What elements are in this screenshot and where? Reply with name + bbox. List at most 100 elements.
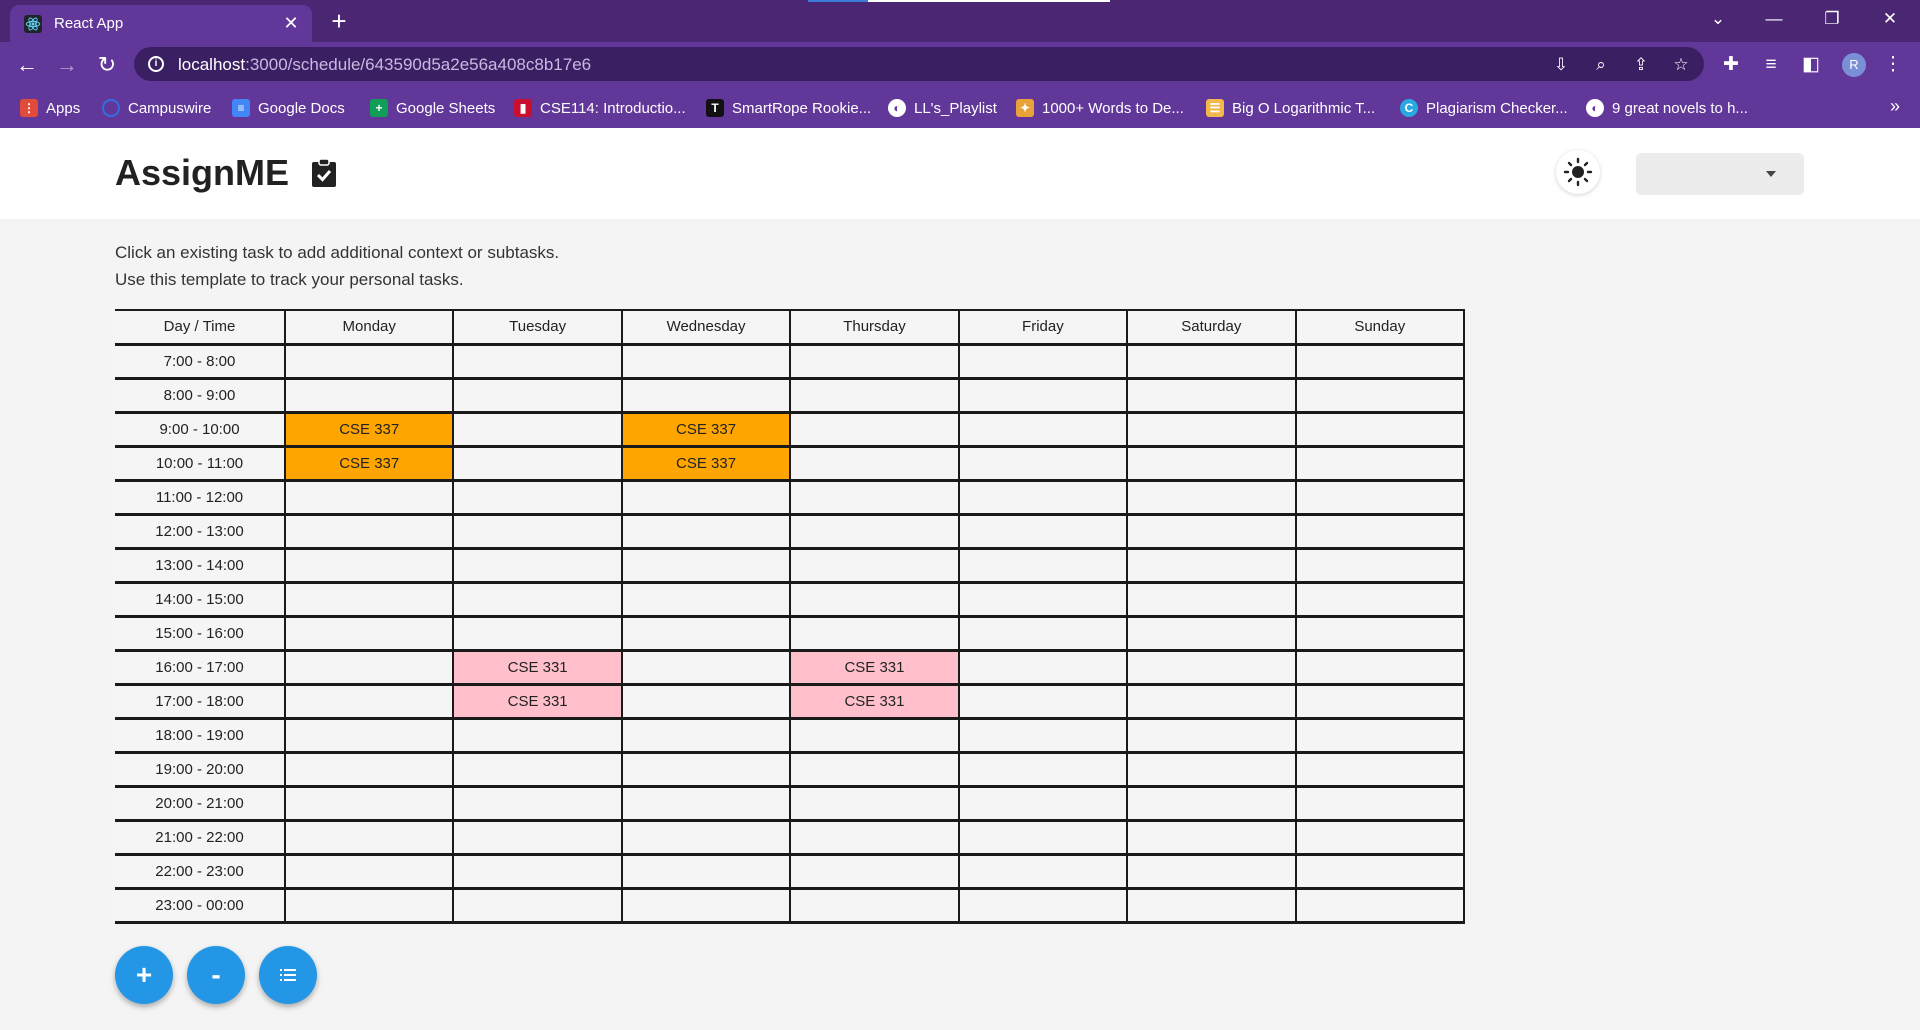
task-cell[interactable]: CSE 337 bbox=[620, 445, 792, 481]
empty-slot-cell[interactable] bbox=[789, 853, 960, 889]
empty-slot-cell[interactable] bbox=[1126, 377, 1297, 413]
empty-slot-cell[interactable] bbox=[620, 751, 792, 787]
empty-slot-cell[interactable] bbox=[452, 751, 623, 787]
close-window-button[interactable]: ✕ bbox=[1872, 4, 1908, 34]
bookmark-words[interactable]: ✦ 1000+ Words to De... bbox=[1016, 96, 1184, 120]
empty-slot-cell[interactable] bbox=[957, 445, 1129, 481]
empty-slot-cell[interactable] bbox=[1294, 785, 1466, 821]
empty-slot-cell[interactable] bbox=[789, 751, 960, 787]
task-cell[interactable]: CSE 337 bbox=[283, 445, 455, 481]
bookmark-playlist[interactable]: ◐ LL's_Playlist bbox=[888, 96, 997, 120]
empty-slot-cell[interactable] bbox=[1294, 717, 1466, 753]
empty-slot-cell[interactable] bbox=[1126, 683, 1297, 719]
empty-slot-cell[interactable] bbox=[452, 479, 623, 515]
empty-slot-cell[interactable] bbox=[957, 751, 1129, 787]
empty-slot-cell[interactable] bbox=[957, 547, 1129, 583]
empty-slot-cell[interactable] bbox=[1294, 581, 1466, 617]
empty-slot-cell[interactable] bbox=[1126, 343, 1297, 379]
extensions-puzzle-icon[interactable]: ✚ bbox=[1716, 50, 1746, 80]
empty-slot-cell[interactable] bbox=[1294, 887, 1466, 923]
empty-slot-cell[interactable] bbox=[1126, 513, 1297, 549]
empty-slot-cell[interactable] bbox=[1126, 819, 1297, 855]
empty-slot-cell[interactable] bbox=[283, 683, 455, 719]
zoom-icon[interactable]: ⌕ bbox=[1589, 53, 1613, 77]
browser-menu-icon[interactable]: ⋮ bbox=[1878, 50, 1908, 80]
bookmark-apps[interactable]: ⋮ Apps bbox=[20, 96, 80, 120]
empty-slot-cell[interactable] bbox=[1294, 445, 1466, 481]
bookmark-novels[interactable]: ◐ 9 great novels to h... bbox=[1586, 96, 1748, 120]
empty-slot-cell[interactable] bbox=[452, 445, 623, 481]
empty-slot-cell[interactable] bbox=[789, 377, 960, 413]
empty-slot-cell[interactable] bbox=[1126, 887, 1297, 923]
schedule-select[interactable] bbox=[1636, 153, 1804, 195]
bookmarks-overflow-icon[interactable]: » bbox=[1890, 96, 1900, 117]
tab-search-chevron-icon[interactable]: ⌄ bbox=[1700, 4, 1736, 34]
empty-slot-cell[interactable] bbox=[1126, 649, 1297, 685]
side-panel-icon[interactable]: ◧ bbox=[1796, 50, 1826, 80]
empty-slot-cell[interactable] bbox=[452, 853, 623, 889]
empty-slot-cell[interactable] bbox=[620, 649, 792, 685]
empty-slot-cell[interactable] bbox=[283, 615, 455, 651]
empty-slot-cell[interactable] bbox=[452, 411, 623, 447]
empty-slot-cell[interactable] bbox=[1294, 547, 1466, 583]
empty-slot-cell[interactable] bbox=[957, 683, 1129, 719]
bookmark-star-icon[interactable]: ☆ bbox=[1669, 53, 1693, 77]
empty-slot-cell[interactable] bbox=[452, 887, 623, 923]
empty-slot-cell[interactable] bbox=[452, 343, 623, 379]
add-task-button[interactable]: + bbox=[115, 946, 173, 1004]
empty-slot-cell[interactable] bbox=[957, 887, 1129, 923]
empty-slot-cell[interactable] bbox=[452, 717, 623, 753]
bookmark-smartrope[interactable]: T SmartRope Rookie... bbox=[706, 96, 871, 120]
bookmark-big-o[interactable]: ☰ Big O Logarithmic T... bbox=[1206, 96, 1375, 120]
empty-slot-cell[interactable] bbox=[957, 785, 1129, 821]
empty-slot-cell[interactable] bbox=[957, 819, 1129, 855]
empty-slot-cell[interactable] bbox=[620, 717, 792, 753]
bookmark-google-sheets[interactable]: + Google Sheets bbox=[370, 96, 495, 120]
empty-slot-cell[interactable] bbox=[789, 343, 960, 379]
task-list-button[interactable] bbox=[259, 946, 317, 1004]
empty-slot-cell[interactable] bbox=[452, 785, 623, 821]
restore-button[interactable]: ❐ bbox=[1814, 4, 1850, 34]
empty-slot-cell[interactable] bbox=[1294, 479, 1466, 515]
empty-slot-cell[interactable] bbox=[283, 377, 455, 413]
empty-slot-cell[interactable] bbox=[957, 615, 1129, 651]
empty-slot-cell[interactable] bbox=[1294, 683, 1466, 719]
empty-slot-cell[interactable] bbox=[957, 513, 1129, 549]
empty-slot-cell[interactable] bbox=[957, 649, 1129, 685]
browser-tab[interactable]: React App ✕ bbox=[10, 5, 312, 42]
empty-slot-cell[interactable] bbox=[789, 547, 960, 583]
empty-slot-cell[interactable] bbox=[283, 819, 455, 855]
empty-slot-cell[interactable] bbox=[283, 887, 455, 923]
empty-slot-cell[interactable] bbox=[452, 581, 623, 617]
empty-slot-cell[interactable] bbox=[957, 853, 1129, 889]
back-arrow-icon[interactable]: ← bbox=[12, 50, 42, 80]
empty-slot-cell[interactable] bbox=[957, 581, 1129, 617]
empty-slot-cell[interactable] bbox=[452, 513, 623, 549]
remove-task-button[interactable]: - bbox=[187, 946, 245, 1004]
empty-slot-cell[interactable] bbox=[1126, 853, 1297, 889]
install-app-icon[interactable]: ⇩ bbox=[1549, 53, 1573, 77]
empty-slot-cell[interactable] bbox=[1126, 479, 1297, 515]
empty-slot-cell[interactable] bbox=[957, 717, 1129, 753]
empty-slot-cell[interactable] bbox=[957, 343, 1129, 379]
empty-slot-cell[interactable] bbox=[620, 853, 792, 889]
address-bar[interactable]: i localhost:3000/schedule/643590d5a2e56a… bbox=[134, 47, 1704, 81]
empty-slot-cell[interactable] bbox=[789, 479, 960, 515]
task-cell[interactable]: CSE 331 bbox=[789, 649, 960, 685]
empty-slot-cell[interactable] bbox=[1126, 785, 1297, 821]
empty-slot-cell[interactable] bbox=[452, 547, 623, 583]
forward-arrow-icon[interactable]: → bbox=[52, 50, 82, 80]
empty-slot-cell[interactable] bbox=[1294, 649, 1466, 685]
task-cell[interactable]: CSE 331 bbox=[452, 649, 623, 685]
empty-slot-cell[interactable] bbox=[1126, 717, 1297, 753]
empty-slot-cell[interactable] bbox=[620, 581, 792, 617]
minimize-button[interactable]: — bbox=[1756, 4, 1792, 34]
media-queue-icon[interactable]: ≡ bbox=[1756, 50, 1786, 80]
bookmark-cse114[interactable]: ▮ CSE114: Introductio... bbox=[514, 96, 686, 120]
tab-close-icon[interactable]: ✕ bbox=[280, 12, 302, 34]
new-tab-button[interactable]: + bbox=[324, 6, 354, 36]
bookmark-campuswire[interactable]: Campuswire bbox=[102, 96, 211, 120]
empty-slot-cell[interactable] bbox=[283, 479, 455, 515]
empty-slot-cell[interactable] bbox=[1294, 377, 1466, 413]
empty-slot-cell[interactable] bbox=[789, 581, 960, 617]
